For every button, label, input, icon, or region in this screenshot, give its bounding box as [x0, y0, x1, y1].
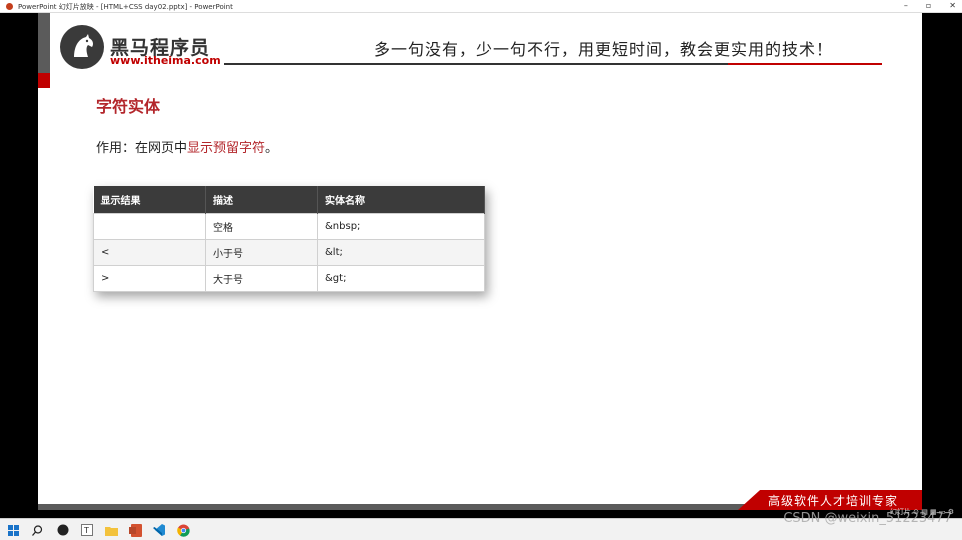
- watermark: CSDN @weixin_51223477: [783, 511, 952, 526]
- brand-url: www.itheima.com: [110, 54, 221, 67]
- header-divider-accent: [728, 63, 882, 65]
- minimize-button[interactable]: –: [904, 1, 908, 10]
- window-titlebar: PowerPoint 幻灯片放映 - [HTML+CSS day02.pptx]…: [0, 0, 962, 13]
- github-icon[interactable]: [56, 523, 70, 537]
- letterbox-right: [922, 13, 962, 510]
- restore-button[interactable]: ▫: [926, 1, 931, 10]
- letterbox-left: [0, 13, 38, 510]
- table-cell: [93, 212, 206, 240]
- table-cell: 小于号: [205, 238, 318, 266]
- window-title: PowerPoint 幻灯片放映 - [HTML+CSS day02.pptx]…: [18, 3, 233, 11]
- table-cell: &gt;: [317, 264, 485, 292]
- column-header: 描述: [205, 186, 318, 213]
- vscode-icon[interactable]: [152, 523, 166, 537]
- corner-accent-gray: [38, 13, 50, 73]
- typora-icon[interactable]: T: [80, 523, 94, 537]
- corner-accent-red: [38, 73, 50, 88]
- column-header: 实体名称: [317, 186, 485, 213]
- usage-prefix: 作用：在网页中: [96, 141, 188, 156]
- slide-heading: 字符实体: [96, 97, 161, 116]
- powerpoint-app-icon: [6, 3, 13, 10]
- entity-table: 显示结果 描述 实体名称 空格 &nbsp; < 小于号 &lt; > 大于号 …: [93, 186, 485, 292]
- svg-text:T: T: [83, 526, 89, 535]
- windows-start-icon[interactable]: [6, 523, 20, 537]
- table-header-row: 显示结果 描述 实体名称: [93, 186, 485, 213]
- column-header: 显示结果: [93, 186, 206, 213]
- slide-canvas: 黑马程序员 www.itheima.com 多一句没有，少一句不行，用更短时间，…: [38, 13, 922, 510]
- table-row: 空格 &nbsp;: [93, 212, 485, 240]
- close-button[interactable]: ✕: [949, 1, 956, 10]
- table-cell: &lt;: [317, 238, 485, 266]
- table-cell: >: [93, 264, 206, 292]
- folder-icon[interactable]: [104, 523, 118, 537]
- usage-text: 作用：在网页中显示预留字符。: [96, 137, 278, 156]
- powerpoint-icon[interactable]: [128, 523, 142, 537]
- table-row: > 大于号 &gt;: [93, 264, 485, 292]
- horse-logo-icon: [60, 25, 104, 69]
- table-cell: 大于号: [205, 264, 318, 292]
- chrome-icon[interactable]: [176, 523, 190, 537]
- window-controls: – ▫ ✕: [904, 1, 956, 10]
- table-cell: <: [93, 238, 206, 266]
- table-cell: &nbsp;: [317, 212, 485, 240]
- usage-suffix: 。: [265, 141, 279, 156]
- table-cell: 空格: [205, 212, 318, 240]
- table-row: < 小于号 &lt;: [93, 238, 485, 266]
- slogan: 多一句没有，少一句不行，用更短时间，教会更实用的技术！: [374, 40, 834, 59]
- search-icon[interactable]: [30, 523, 44, 537]
- usage-highlight: 显示预留字符: [187, 141, 266, 156]
